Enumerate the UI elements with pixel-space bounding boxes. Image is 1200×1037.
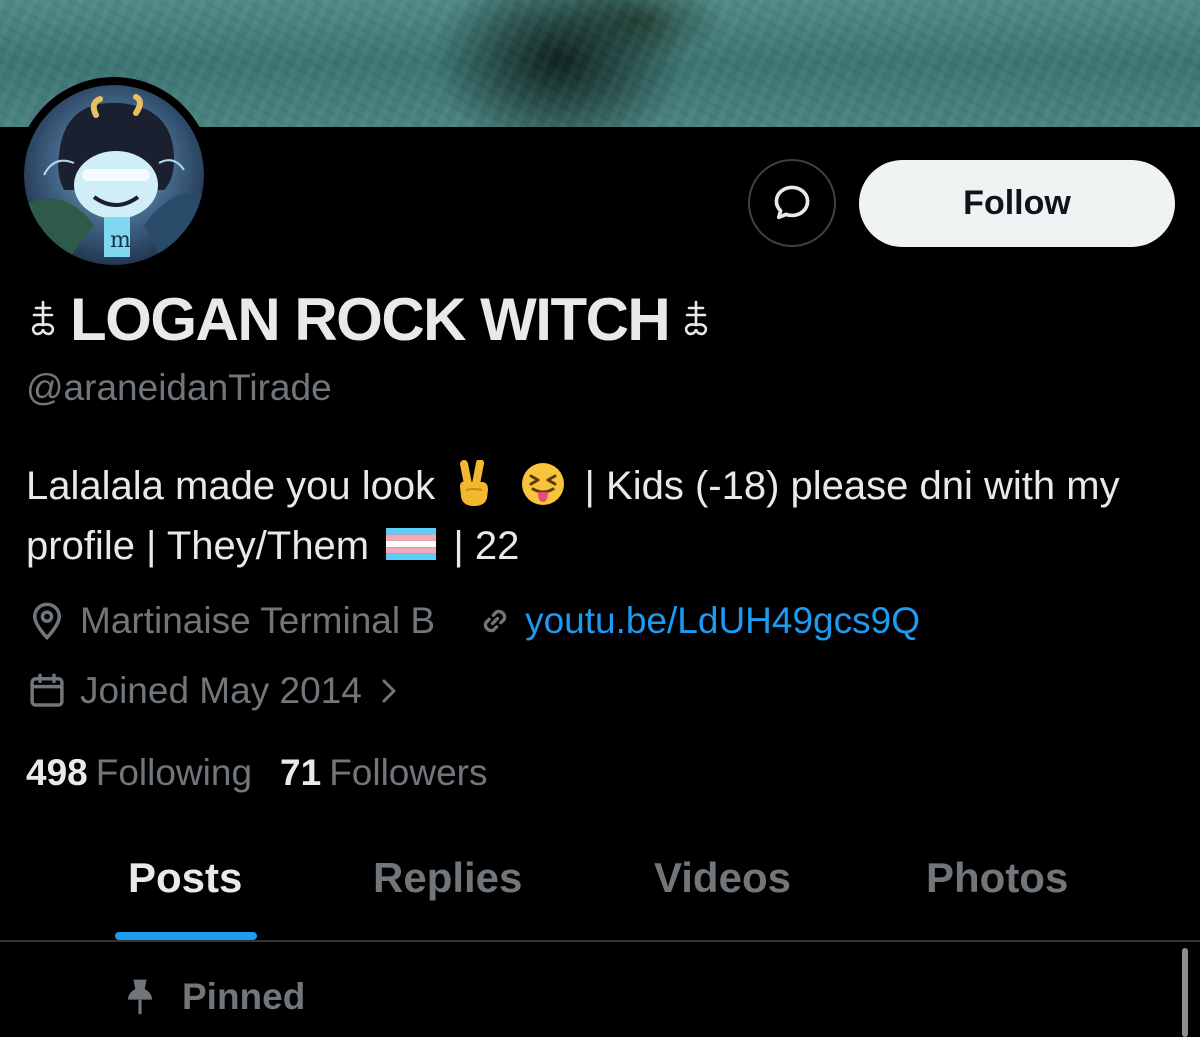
tab-posts[interactable]: Posts bbox=[128, 854, 242, 902]
profile-handle: @araneidanTirade bbox=[26, 367, 332, 408]
follow-button[interactable]: Follow bbox=[859, 160, 1175, 247]
profile-location: Martinaise Terminal B bbox=[80, 600, 436, 641]
chevron-right-icon bbox=[382, 679, 396, 703]
pinned-label: Pinned bbox=[182, 976, 306, 1017]
calendar-icon bbox=[30, 673, 64, 707]
avatar-image: m bbox=[24, 85, 204, 265]
tabs-divider bbox=[0, 940, 1200, 942]
victory-hand-emoji-icon bbox=[460, 460, 489, 507]
tab-replies[interactable]: Replies bbox=[373, 854, 522, 902]
leviathan-cross-icon bbox=[31, 300, 55, 336]
profile-bio: Lalalala made you look | Kids (-18) plea… bbox=[26, 456, 1176, 576]
profile-stats: 498 Following 71 Followers bbox=[26, 750, 488, 796]
active-tab-indicator bbox=[115, 932, 257, 940]
tab-videos[interactable]: Videos bbox=[654, 854, 791, 902]
svg-text:m: m bbox=[110, 228, 131, 253]
avatar[interactable]: m bbox=[16, 77, 212, 273]
squinting-tongue-emoji-icon bbox=[522, 463, 565, 506]
leviathan-cross-icon bbox=[685, 300, 708, 336]
link-icon bbox=[483, 609, 507, 633]
transgender-flag-icon bbox=[386, 528, 437, 561]
profile-joined-row[interactable]: Joined May 2014 bbox=[26, 668, 404, 714]
display-name: LOGAN ROCK WITCH bbox=[70, 285, 671, 353]
followers-link[interactable]: 71 Followers bbox=[280, 752, 487, 794]
following-link[interactable]: 498 Following bbox=[26, 752, 252, 794]
profile-meta-row: Martinaise Terminal B youtu.be/LdUH49gcs… bbox=[26, 598, 920, 644]
bio-text: | 22 bbox=[453, 524, 520, 568]
profile-tabs: Posts Replies Videos Photos bbox=[0, 830, 1200, 940]
message-button[interactable] bbox=[748, 159, 836, 247]
display-name-row: LOGAN ROCK WITCH bbox=[26, 282, 713, 356]
following-label: Following bbox=[95, 752, 253, 793]
profile-joined-date: Joined May 2014 bbox=[80, 670, 362, 711]
pinned-indicator: Pinned bbox=[124, 974, 305, 1020]
location-pin-icon bbox=[32, 602, 62, 641]
profile-website-link[interactable]: youtu.be/LdUH49gcs9Q bbox=[525, 600, 920, 642]
following-count: 498 bbox=[26, 752, 88, 793]
pin-icon bbox=[128, 979, 152, 1015]
followers-label: Followers bbox=[329, 752, 488, 793]
message-icon bbox=[774, 185, 810, 220]
followers-count: 71 bbox=[280, 752, 322, 793]
scrollbar[interactable] bbox=[1182, 948, 1188, 1037]
bio-text: Lalalala made you look bbox=[26, 464, 436, 508]
tab-photos[interactable]: Photos bbox=[926, 854, 1068, 902]
